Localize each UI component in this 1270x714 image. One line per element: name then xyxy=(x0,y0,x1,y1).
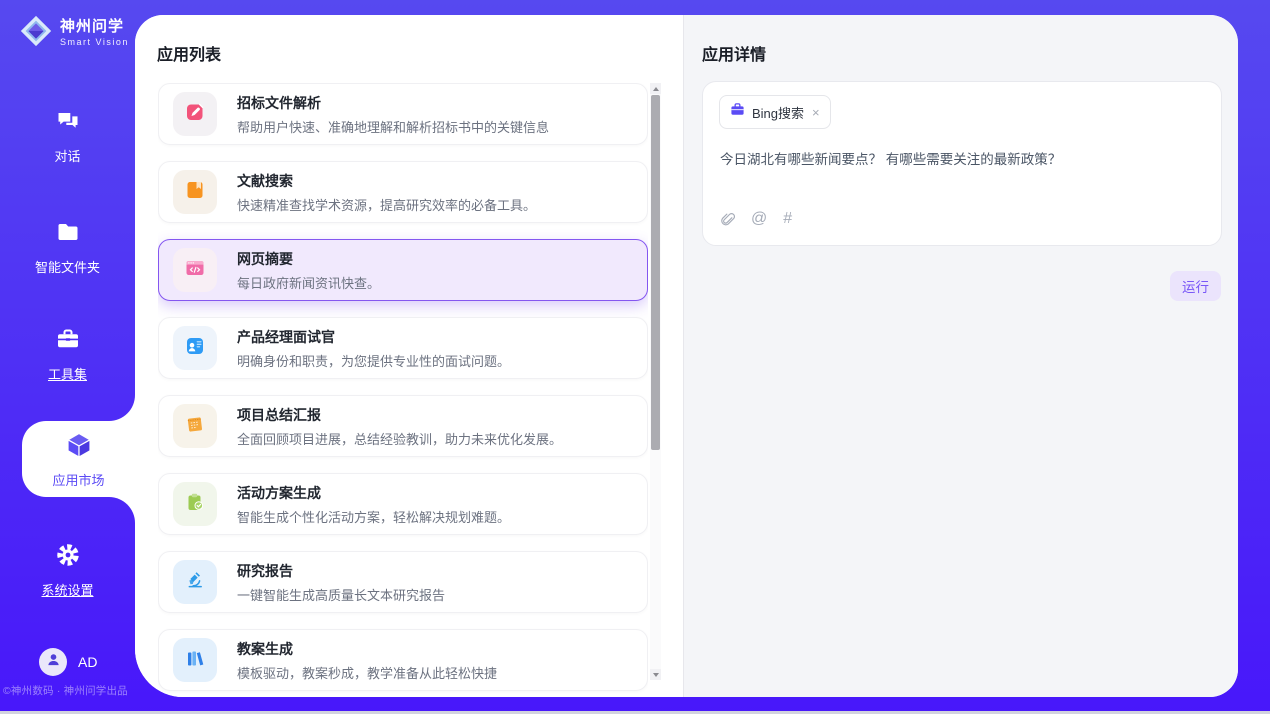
sidebar: 神州问学 Smart Vision 对话 智能文件夹 工具集 应用市场 系统设置 xyxy=(0,0,135,714)
app-card-title: 研究报告 xyxy=(237,561,445,581)
app-card-title: 招标文件解析 xyxy=(237,93,549,113)
app-card-3[interactable]: 产品经理面试官 明确身份和职责，为您提供专业性的面试问题。 xyxy=(158,317,648,379)
folder-icon xyxy=(55,219,81,250)
app-card-title: 产品经理面试官 xyxy=(237,327,510,347)
app-list: 招标文件解析 帮助用户快速、准确地理解和解析招标书中的关键信息 文献搜索 快速精… xyxy=(158,83,648,697)
app-detail-panel: 应用详情 Bing搜索 × 今日湖北有哪些新闻要点？ 有哪些需要关注的最新政策？… xyxy=(684,15,1238,697)
brand-logo: 神州问学 Smart Vision xyxy=(18,13,129,54)
app-card-title: 文献搜索 xyxy=(237,171,536,191)
cube-icon xyxy=(64,430,94,465)
scroll-up-icon[interactable] xyxy=(650,83,661,94)
app-card-title: 活动方案生成 xyxy=(237,483,510,503)
app-icon-box xyxy=(173,170,217,214)
gear-icon xyxy=(55,542,81,573)
app-card-desc: 每日政府新闻资讯快查。 xyxy=(237,273,380,292)
microscope-icon xyxy=(184,569,206,596)
bubble-notch-top xyxy=(109,395,135,421)
tag-close-icon[interactable]: × xyxy=(812,105,820,120)
app-list-panel: 应用列表 招标文件解析 帮助用户快速、准确地理解和解析招标书中的关键信息 文献搜… xyxy=(135,15,684,697)
doc-edit-icon xyxy=(184,101,206,128)
app-card-0[interactable]: 招标文件解析 帮助用户快速、准确地理解和解析招标书中的关键信息 xyxy=(158,83,648,145)
sidebar-footer: ©神州数码 · 神州问学出品 xyxy=(3,683,133,698)
books-icon xyxy=(184,647,206,674)
app-icon-box xyxy=(173,326,217,370)
book-icon xyxy=(184,179,206,206)
app-card-title: 网页摘要 xyxy=(237,249,380,269)
brand-name: 神州问学 xyxy=(60,19,129,36)
sidebar-item-label: 应用市场 xyxy=(52,470,104,489)
user-chip[interactable]: AD xyxy=(39,648,97,676)
app-detail-title: 应用详情 xyxy=(702,41,766,65)
app-list-title: 应用列表 xyxy=(157,41,221,65)
sidebar-item-0[interactable]: 对话 xyxy=(0,108,135,165)
run-button[interactable]: 运行 xyxy=(1170,271,1221,301)
app-card-desc: 明确身份和职责，为您提供专业性的面试问题。 xyxy=(237,351,510,370)
app-card-1[interactable]: 文献搜索 快速精准查找学术资源，提高研究效率的必备工具。 xyxy=(158,161,648,223)
sidebar-item-1[interactable]: 智能文件夹 xyxy=(0,219,135,276)
app-icon-box xyxy=(173,92,217,136)
interviewer-icon xyxy=(184,335,206,362)
prompt-input[interactable]: 今日湖北有哪些新闻要点？ 有哪些需要关注的最新政策？ xyxy=(720,150,1205,170)
avatar xyxy=(39,648,67,676)
sidebar-item-4[interactable]: 系统设置 xyxy=(0,542,135,599)
app-card-title: 项目总结汇报 xyxy=(237,405,562,425)
app-card-7[interactable]: 教案生成 模板驱动，教案秒成，教学准备从此轻松快捷 xyxy=(158,629,648,691)
main-content: 应用列表 招标文件解析 帮助用户快速、准确地理解和解析招标书中的关键信息 文献搜… xyxy=(135,15,1238,697)
at-icon[interactable]: @ xyxy=(751,211,767,227)
sidebar-item-label: 工具集 xyxy=(48,364,87,383)
tool-tag-label: Bing搜索 xyxy=(752,103,804,122)
sidebar-item-label: 智能文件夹 xyxy=(35,257,100,276)
diamond-logo-icon xyxy=(18,13,54,54)
sidebar-item-label: 系统设置 xyxy=(41,580,93,599)
user-initials: AD xyxy=(78,654,97,670)
app-icon-box xyxy=(173,248,217,292)
bubble-notch-bottom xyxy=(109,497,135,523)
app-card-desc: 全面回顾项目进展，总结经验教训，助力未来优化发展。 xyxy=(237,429,562,448)
attachment-toolbar: @ # xyxy=(720,211,792,227)
app-card-desc: 模板驱动，教案秒成，教学准备从此轻松快捷 xyxy=(237,663,497,682)
toolbox-icon xyxy=(55,326,81,357)
paperclip-icon[interactable] xyxy=(720,211,735,227)
app-card-5[interactable]: 活动方案生成 智能生成个性化活动方案，轻松解决规划难题。 xyxy=(158,473,648,535)
list-scrollbar[interactable] xyxy=(650,83,661,680)
app-icon-box xyxy=(173,404,217,448)
tool-tag-bing-search[interactable]: Bing搜索 × xyxy=(719,95,831,129)
app-card-title: 教案生成 xyxy=(237,639,497,659)
app-icon-box xyxy=(173,482,217,526)
app-card-desc: 一键智能生成高质量长文本研究报告 xyxy=(237,585,445,604)
app-card-6[interactable]: 研究报告 一键智能生成高质量长文本研究报告 xyxy=(158,551,648,613)
note-icon xyxy=(184,413,206,440)
app-icon-box xyxy=(173,560,217,604)
scroll-down-icon[interactable] xyxy=(650,669,661,680)
chat-icon xyxy=(55,108,81,139)
app-card-2[interactable]: 网页摘要 每日政府新闻资讯快查。 xyxy=(158,239,648,301)
app-card-desc: 智能生成个性化活动方案，轻松解决规划难题。 xyxy=(237,507,510,526)
brand-tagline: Smart Vision xyxy=(60,38,129,48)
prompt-card: Bing搜索 × 今日湖北有哪些新闻要点？ 有哪些需要关注的最新政策？ @ # xyxy=(702,81,1222,246)
hash-icon[interactable]: # xyxy=(783,211,792,227)
clipboard-check-icon xyxy=(184,491,206,518)
app-card-4[interactable]: 项目总结汇报 全面回顾项目进展，总结经验教训，助力未来优化发展。 xyxy=(158,395,648,457)
sidebar-item-label: 对话 xyxy=(54,146,80,165)
app-icon-box xyxy=(173,638,217,682)
scroll-thumb[interactable] xyxy=(651,95,660,450)
sidebar-item-2[interactable]: 工具集 xyxy=(0,326,135,383)
browser-code-icon xyxy=(184,257,206,284)
briefcase-icon xyxy=(730,102,745,122)
person-icon xyxy=(46,652,61,672)
app-card-desc: 快速精准查找学术资源，提高研究效率的必备工具。 xyxy=(237,195,536,214)
app-card-desc: 帮助用户快速、准确地理解和解析招标书中的关键信息 xyxy=(237,117,549,136)
sidebar-item-3[interactable]: 应用市场 xyxy=(22,421,135,497)
